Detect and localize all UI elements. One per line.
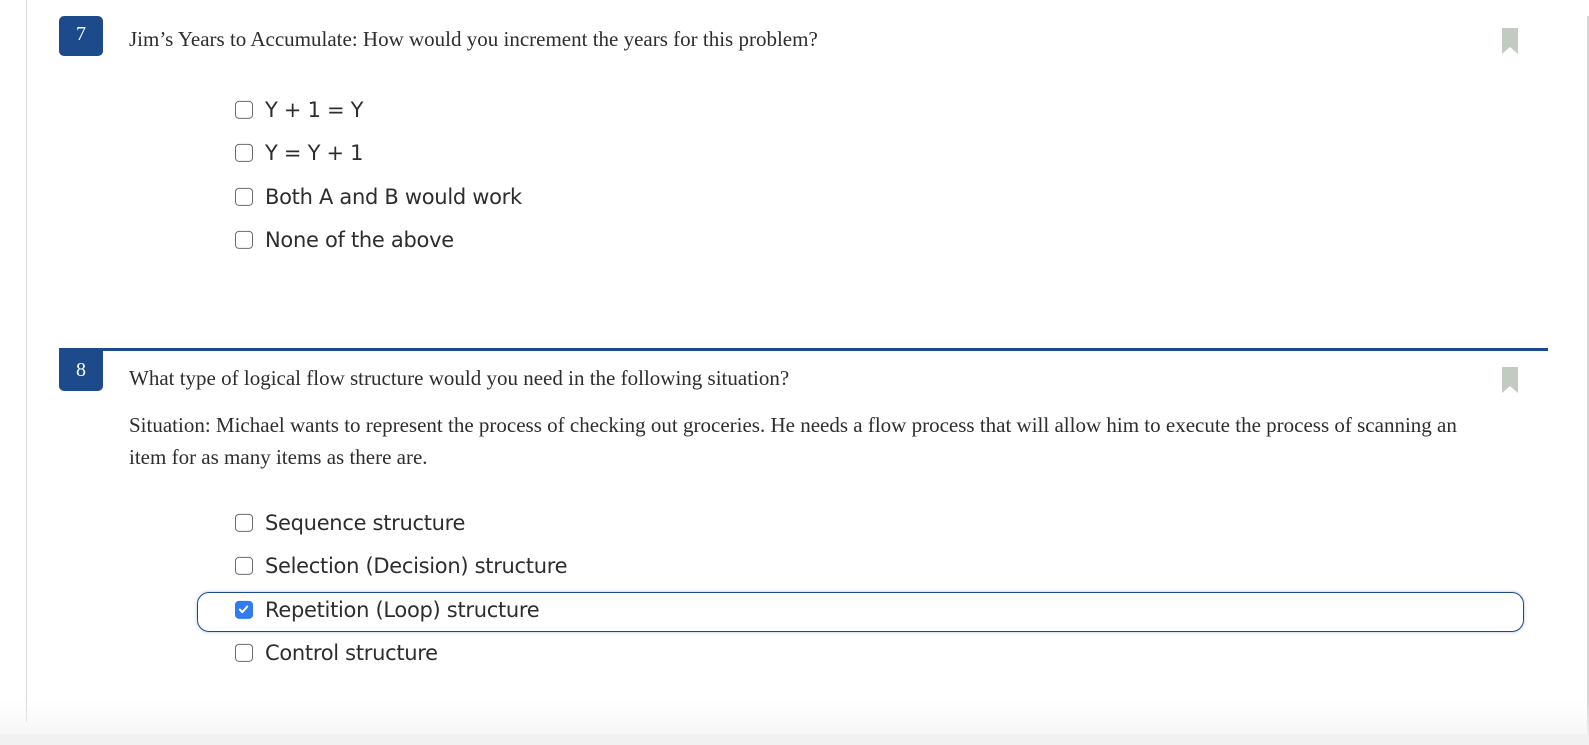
checkbox[interactable] (235, 557, 253, 576)
checkmark-icon (238, 605, 249, 614)
answer-options: Y + 1 = Y Y = Y + 1 Both A and B would w… (197, 90, 1524, 264)
answer-option[interactable]: Y + 1 = Y (197, 90, 1524, 134)
checkbox[interactable] (235, 231, 253, 250)
checkbox[interactable] (235, 144, 253, 163)
answer-options: Sequence structure Selection (Decision) … (197, 503, 1524, 677)
checkbox[interactable] (235, 100, 253, 119)
checkbox[interactable] (235, 513, 253, 532)
answer-option[interactable]: Control structure (197, 634, 1524, 678)
question-title: What type of logical flow structure woul… (129, 366, 790, 390)
answer-option[interactable]: Sequence structure (197, 503, 1524, 547)
checkbox[interactable] (235, 187, 253, 206)
checkbox[interactable] (235, 644, 253, 663)
bottom-bar (0, 734, 1589, 745)
question-body: Situation: Michael wants to represent th… (129, 413, 1457, 469)
question-number-badge: 7 (59, 16, 103, 56)
quiz-page: 7 Jim’s Years to Accumulate: How would y… (0, 0, 1589, 745)
option-label: Control structure (265, 641, 438, 666)
question-title: Jim’s Years to Accumulate: How would you… (129, 27, 818, 51)
bookmark-icon[interactable] (1502, 367, 1518, 393)
option-label: None of the above (265, 228, 454, 253)
answer-option-selected[interactable]: Repetition (Loop) structure (197, 592, 1524, 632)
checkbox-checked[interactable] (235, 600, 253, 619)
question-8: 8 What type of logical flow structure wo… (59, 348, 1548, 665)
bookmark-icon[interactable] (1502, 28, 1518, 54)
option-label: Repetition (Loop) structure (265, 598, 540, 622)
question-number-badge: 8 (59, 348, 103, 391)
answer-option[interactable]: None of the above (197, 221, 1524, 265)
answer-option[interactable]: Selection (Decision) structure (197, 547, 1524, 591)
answer-option[interactable]: Both A and B would work (197, 177, 1524, 221)
option-label: Y = Y + 1 (265, 141, 364, 166)
option-label: Selection (Decision) structure (265, 554, 568, 579)
option-label: Both A and B would work (265, 184, 522, 209)
option-label: Y + 1 = Y (265, 97, 364, 122)
option-label: Sequence structure (265, 510, 466, 535)
answer-option[interactable]: Y = Y + 1 (197, 134, 1524, 178)
left-divider (26, 0, 27, 722)
